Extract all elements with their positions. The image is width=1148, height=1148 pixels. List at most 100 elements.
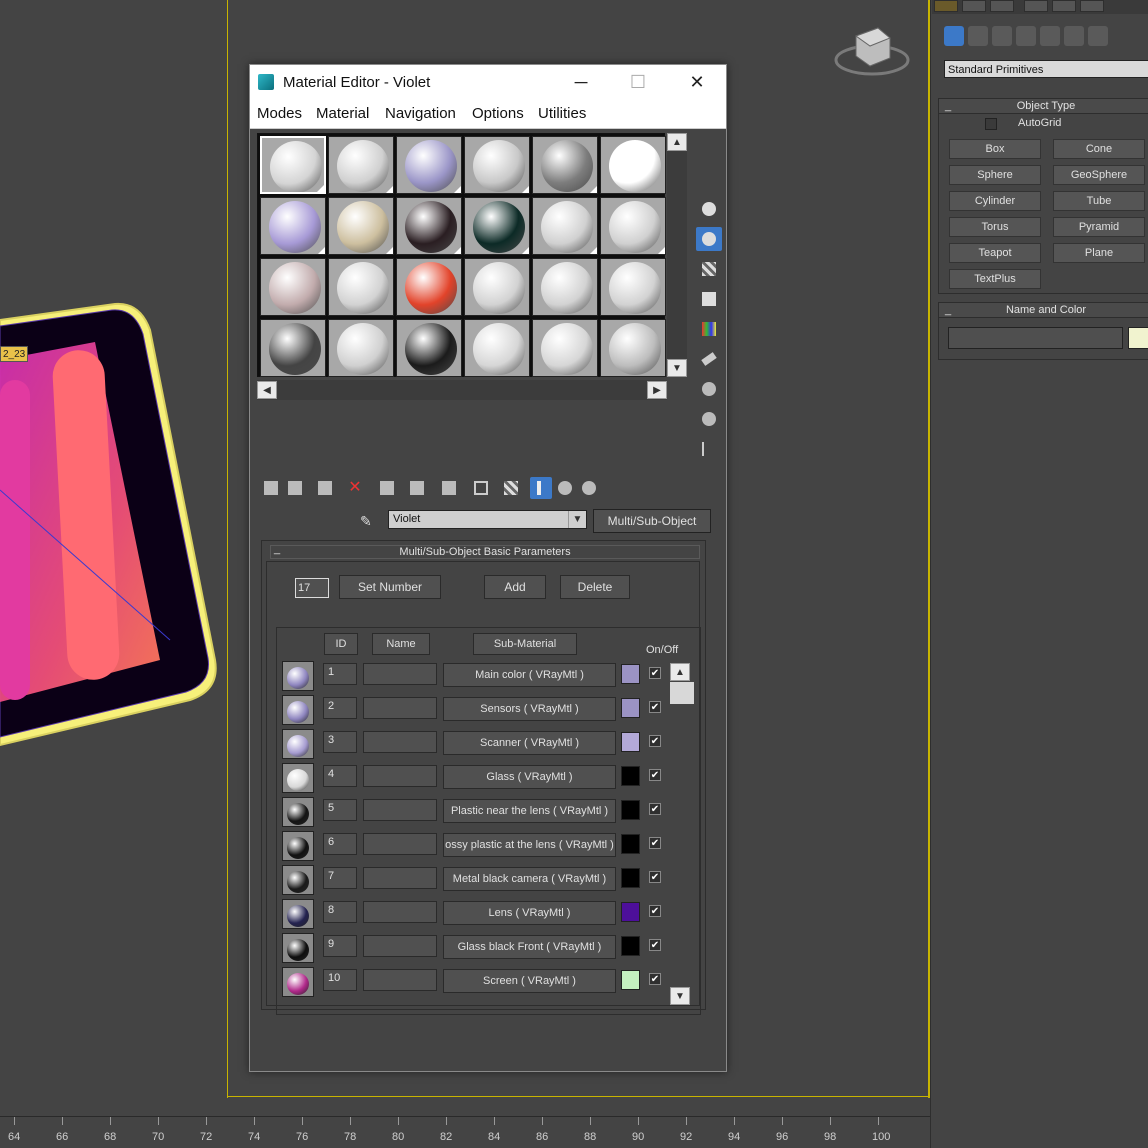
reset-map-icon[interactable]: ✕ <box>344 477 366 499</box>
utilities-tab-icon[interactable] <box>1080 0 1104 12</box>
sub-material-button[interactable]: Glass ( VRayMtl ) <box>443 765 616 789</box>
create-tab-icon[interactable] <box>934 0 958 12</box>
sub-material-color-swatch[interactable] <box>621 698 640 718</box>
modify-tab-icon[interactable] <box>962 0 986 12</box>
textplus-button[interactable]: TextPlus <box>949 269 1041 289</box>
go-forward-to-sibling-icon[interactable] <box>578 477 600 499</box>
cylinder-button[interactable]: Cylinder <box>949 191 1041 211</box>
make-preview-icon[interactable] <box>696 347 722 371</box>
chevron-down-icon[interactable]: ▼ <box>568 511 586 528</box>
menu-navigation[interactable]: Navigation <box>385 105 456 122</box>
material-map-navigator-icon[interactable] <box>696 437 722 461</box>
sample-slot[interactable] <box>396 258 462 316</box>
sub-material-on-checkbox[interactable]: ✔ <box>649 973 661 985</box>
sub-material-id-input[interactable]: 5 <box>323 799 357 821</box>
sub-material-color-swatch[interactable] <box>621 766 640 786</box>
sample-slot[interactable] <box>464 136 530 194</box>
sphere-button[interactable]: Sphere <box>949 165 1041 185</box>
sample-slot[interactable] <box>396 197 462 255</box>
sample-slot[interactable] <box>328 258 394 316</box>
menu-material[interactable]: Material <box>316 105 369 122</box>
sub-material-id-input[interactable]: 2 <box>323 697 357 719</box>
collapse-icon[interactable]: _ <box>945 303 951 317</box>
sample-slot[interactable] <box>328 136 394 194</box>
scroll-left-icon[interactable]: ◀ <box>257 381 277 399</box>
systems-icon[interactable] <box>1088 26 1108 46</box>
select-by-material-icon[interactable] <box>696 407 722 431</box>
video-color-check-icon[interactable] <box>696 317 722 341</box>
sub-material-color-swatch[interactable] <box>621 664 640 684</box>
cone-button[interactable]: Cone <box>1053 139 1145 159</box>
sub-material-button[interactable]: Glass black Front ( VRayMtl ) <box>443 935 616 959</box>
sample-slot[interactable] <box>464 258 530 316</box>
sub-material-thumbnail[interactable] <box>282 763 314 793</box>
sample-slot[interactable] <box>532 197 598 255</box>
sub-material-color-swatch[interactable] <box>621 902 640 922</box>
sub-material-id-input[interactable]: 4 <box>323 765 357 787</box>
id-column-header[interactable]: ID <box>324 633 358 655</box>
sub-material-name-input[interactable] <box>363 867 437 889</box>
lights-icon[interactable] <box>992 26 1012 46</box>
collapse-icon[interactable]: _ <box>274 543 280 555</box>
material-name-dropdown[interactable]: Violet ▼ <box>388 510 587 529</box>
sample-slot[interactable] <box>260 319 326 377</box>
make-unique-icon[interactable] <box>406 477 428 499</box>
set-number-button[interactable]: Set Number <box>339 575 441 599</box>
assign-material-icon[interactable] <box>314 477 336 499</box>
sub-material-name-input[interactable] <box>363 765 437 787</box>
sub-material-on-checkbox[interactable]: ✔ <box>649 803 661 815</box>
sub-material-id-input[interactable]: 7 <box>323 867 357 889</box>
shapes-icon[interactable] <box>968 26 988 46</box>
uv-tiling-icon[interactable] <box>696 287 722 311</box>
scroll-right-icon[interactable]: ▶ <box>647 381 667 399</box>
rollout-title[interactable]: Multi/Sub-Object Basic Parameters <box>270 545 700 559</box>
sub-material-thumbnail[interactable] <box>282 661 314 691</box>
sub-material-thumbnail[interactable] <box>282 831 314 861</box>
geosphere-button[interactable]: GeoSphere <box>1053 165 1145 185</box>
sub-material-thumbnail[interactable] <box>282 899 314 929</box>
helpers-icon[interactable] <box>1040 26 1060 46</box>
sample-slot[interactable] <box>532 258 598 316</box>
sample-slot[interactable] <box>328 197 394 255</box>
object-name-input[interactable] <box>948 327 1123 349</box>
eyedropper-icon[interactable]: ✎ <box>360 513 378 531</box>
material-id-channel-icon[interactable] <box>470 477 492 499</box>
collapse-icon[interactable]: _ <box>945 99 951 113</box>
table-scroll-thumb[interactable] <box>670 682 694 704</box>
sub-material-name-input[interactable] <box>363 901 437 923</box>
put-to-library-icon[interactable] <box>438 477 460 499</box>
options-icon[interactable] <box>696 377 722 401</box>
cameras-icon[interactable] <box>1016 26 1036 46</box>
menu-utilities[interactable]: Utilities <box>538 105 586 122</box>
sub-material-id-input[interactable]: 9 <box>323 935 357 957</box>
autogrid-checkbox[interactable] <box>985 118 997 130</box>
tube-button[interactable]: Tube <box>1053 191 1145 211</box>
torus-button[interactable]: Torus <box>949 217 1041 237</box>
scroll-up-icon[interactable]: ▲ <box>667 133 687 151</box>
geometry-icon[interactable] <box>944 26 964 46</box>
rollout-title[interactable]: Object Type <box>939 99 1148 114</box>
viewcube[interactable] <box>834 20 914 80</box>
sub-material-name-input[interactable] <box>363 799 437 821</box>
title-bar[interactable]: Material Editor - Violet ─ ☐ ✕ <box>250 65 726 99</box>
motion-tab-icon[interactable] <box>1024 0 1048 12</box>
sub-material-on-checkbox[interactable]: ✔ <box>649 837 661 849</box>
sub-material-id-input[interactable]: 1 <box>323 663 357 685</box>
sub-material-name-input[interactable] <box>363 969 437 991</box>
sample-slot[interactable] <box>396 136 462 194</box>
teapot-button[interactable]: Teapot <box>949 243 1041 263</box>
sample-slots-vscroll[interactable]: ▲ ▼ <box>667 133 687 377</box>
add-button[interactable]: Add <box>484 575 546 599</box>
sub-material-thumbnail[interactable] <box>282 695 314 725</box>
sample-slot[interactable] <box>532 319 598 377</box>
sub-material-id-input[interactable]: 6 <box>323 833 357 855</box>
sub-material-thumbnail[interactable] <box>282 729 314 759</box>
sample-slot[interactable] <box>600 197 666 255</box>
plane-button[interactable]: Plane <box>1053 243 1145 263</box>
menu-options[interactable]: Options <box>472 105 524 122</box>
sample-slots-hscroll[interactable]: ◀ ▶ <box>257 380 667 400</box>
sample-slot[interactable] <box>328 319 394 377</box>
sub-material-on-checkbox[interactable]: ✔ <box>649 769 661 781</box>
space-warps-icon[interactable] <box>1064 26 1084 46</box>
sample-slot[interactable] <box>532 136 598 194</box>
